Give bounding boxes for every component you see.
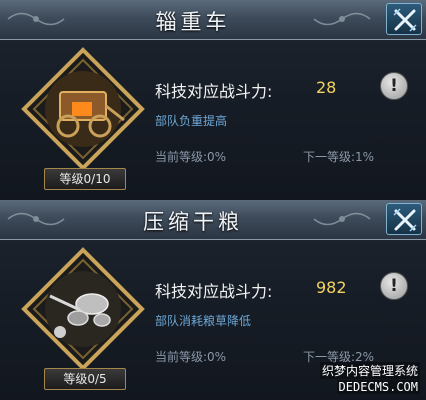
info-button[interactable]: ! [380, 272, 408, 300]
tech-description: 部队负重提高 [155, 114, 228, 128]
close-icon [393, 208, 417, 232]
close-button[interactable] [386, 203, 422, 235]
panel-title-bar: 辎重车 [0, 0, 426, 40]
site-watermark: 织梦内容管理系统 DEDECMS.COM [300, 360, 420, 398]
panel-title: 辎重车 [155, 10, 231, 34]
level-badge: 等级0/10 [44, 168, 126, 190]
next-level-text: 下一等级:1% [303, 150, 375, 164]
current-level-text: 当前等级:0% [155, 350, 227, 364]
compressed-rations-icon[interactable] [20, 246, 146, 372]
combat-power-value: 28 [316, 78, 337, 97]
level-badge: 等级0/5 [44, 368, 126, 390]
supply-wagon-icon[interactable] [20, 46, 146, 172]
exclamation-icon: ! [390, 276, 398, 296]
panel-title: 压缩干粮 [143, 210, 243, 234]
close-icon [393, 8, 417, 32]
close-button[interactable] [386, 3, 422, 35]
watermark-text: 织梦内容管理系统 [319, 362, 420, 379]
combat-power-label: 科技对应战斗力: [155, 282, 273, 301]
panel-title-bar: 压缩干粮 [0, 200, 426, 240]
tech-panel-supply-wagon: 辎重车 等级0/10 科技对应战斗力: 28 ! 部队负重提高 当前等级:0% … [0, 0, 426, 200]
combat-power-value: 982 [316, 278, 347, 297]
watermark-url: DEDECMS.COM [336, 380, 420, 394]
tech-panel-compressed-rations: 压缩干粮 等级0/5 科技对应战斗力: 982 ! 部队消耗粮草降低 当前等级:… [0, 200, 426, 400]
info-button[interactable]: ! [380, 72, 408, 100]
combat-power-label: 科技对应战斗力: [155, 82, 273, 101]
current-level-text: 当前等级:0% [155, 150, 227, 164]
exclamation-icon: ! [390, 76, 398, 96]
tech-description: 部队消耗粮草降低 [155, 314, 252, 328]
